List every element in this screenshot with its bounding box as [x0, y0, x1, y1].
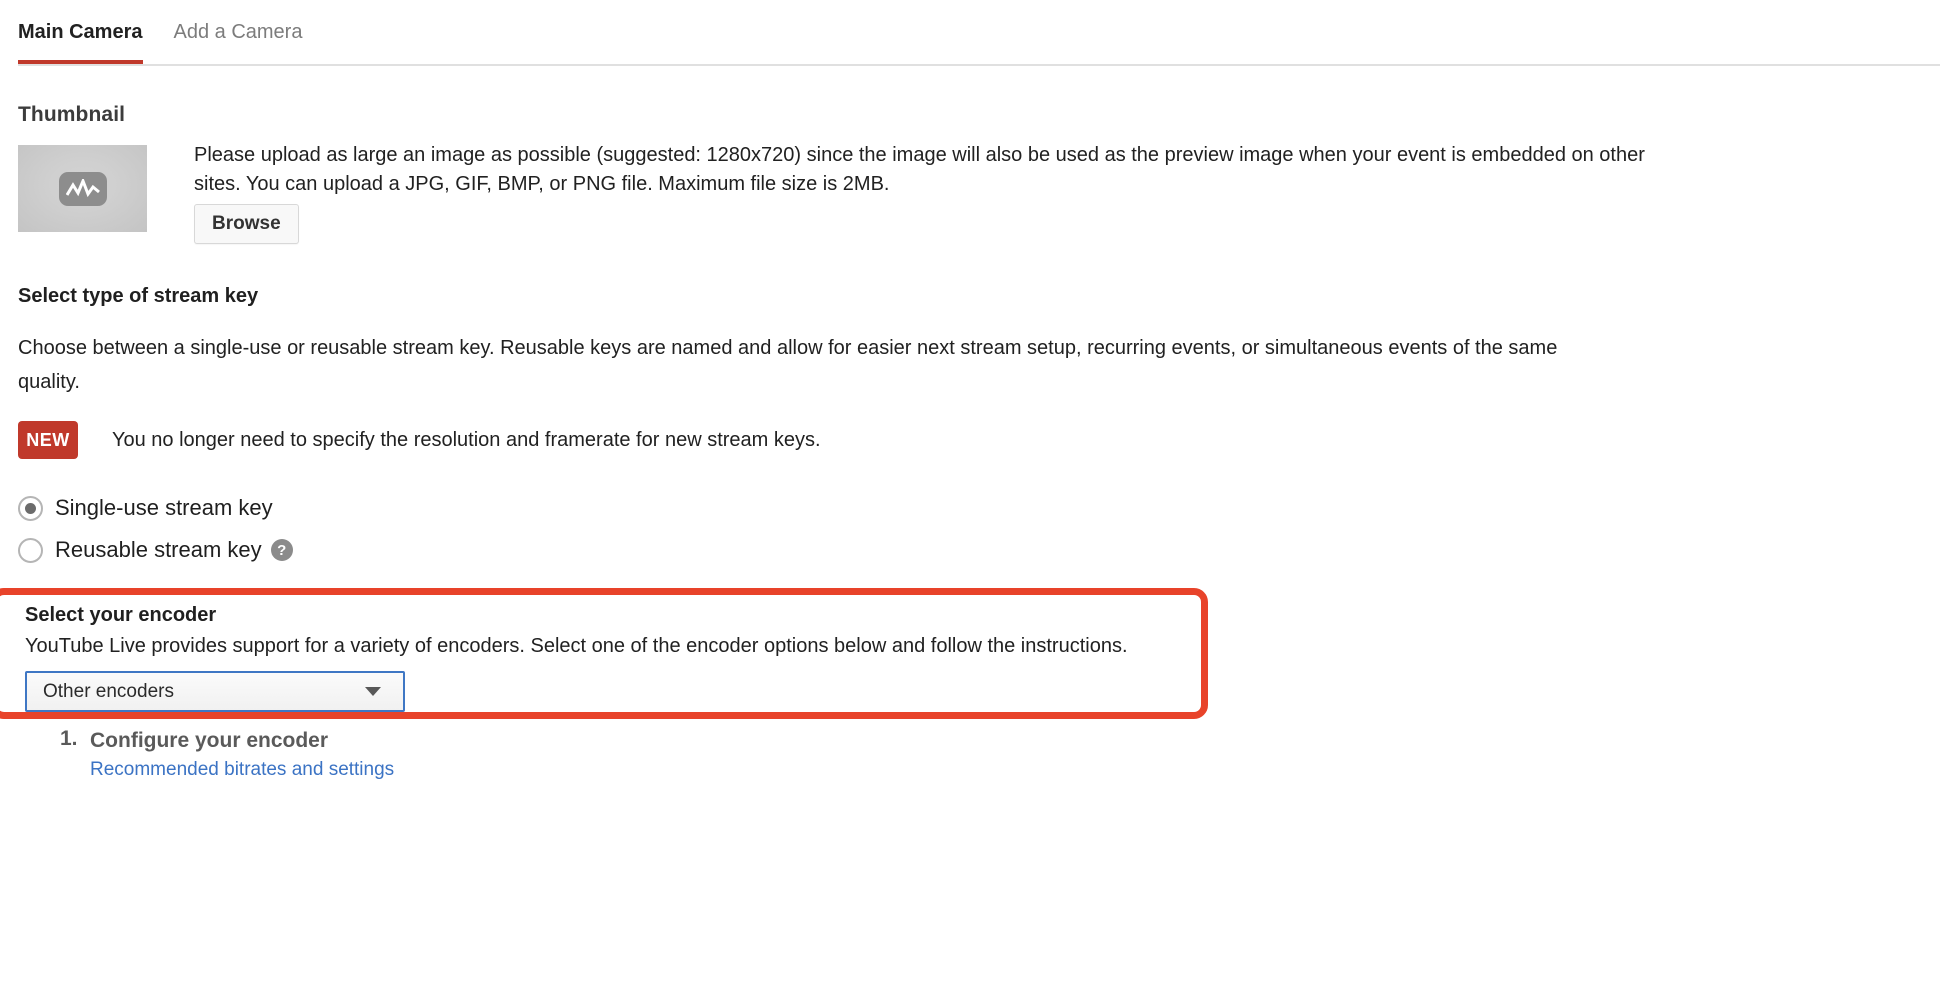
step-body: Configure your encoder Recommended bitra… — [90, 727, 394, 783]
encoder-select[interactable]: Other encoders — [25, 671, 405, 712]
new-feature-notice: NEW You no longer need to specify the re… — [18, 421, 821, 459]
tab-bar-divider — [18, 64, 1940, 66]
radio-single-use-label: Single-use stream key — [55, 495, 273, 520]
radio-option-single-use-stream-key[interactable]: Single-use stream key — [18, 495, 273, 521]
step-number: 1. — [60, 727, 78, 750]
tab-bar: Main Camera Add a Camera — [0, 0, 1958, 66]
tab-active-underline — [18, 60, 143, 64]
stream-key-heading: Select type of stream key — [18, 285, 259, 307]
video-pulse-icon — [58, 171, 107, 206]
thumbnail-placeholder — [18, 145, 147, 232]
tab-list: Main Camera Add a Camera — [18, 0, 333, 64]
encoder-heading: Select your encoder — [25, 604, 217, 626]
radio-reusable-label: Reusable stream key — [55, 537, 262, 562]
step-title: Configure your encoder — [90, 729, 329, 752]
thumbnail-heading: Thumbnail — [18, 103, 126, 126]
radio-single-use-indicator[interactable] — [18, 495, 43, 521]
tab-main-camera[interactable]: Main Camera — [18, 0, 143, 64]
youtube-live-event-ingestion-page: Main Camera Add a Camera Thumbnail Pleas… — [0, 0, 1958, 984]
radio-reusable-indicator[interactable] — [18, 537, 43, 563]
help-icon[interactable]: ? — [270, 539, 293, 561]
thumbnail-description: Please upload as large an image as possi… — [194, 144, 1645, 195]
list-item: 1. Configure your encoder Recommended bi… — [60, 727, 394, 783]
encoder-highlight-box: Select your encoder YouTube Live provide… — [0, 588, 1208, 719]
new-feature-text: You no longer need to specify the resolu… — [112, 428, 821, 451]
radio-option-reusable-stream-key[interactable]: Reusable stream key ? — [18, 537, 293, 563]
stream-key-description: Choose between a single-use or reusable … — [18, 337, 1558, 393]
recommended-bitrates-link[interactable]: Recommended bitrates and settings — [90, 757, 394, 783]
tab-add-a-camera[interactable]: Add a Camera — [174, 0, 303, 64]
new-badge: NEW — [18, 421, 78, 459]
tab-main-camera-label: Main Camera — [18, 20, 143, 43]
browse-button[interactable]: Browse — [194, 204, 299, 244]
encoder-description: YouTube Live provides support for a vari… — [25, 635, 1128, 657]
tab-add-a-camera-label: Add a Camera — [173, 20, 303, 43]
chevron-down-icon — [365, 687, 381, 696]
encoder-steps-list: 1. Configure your encoder Recommended bi… — [60, 727, 394, 783]
encoder-select-value: Other encoders — [43, 680, 174, 702]
